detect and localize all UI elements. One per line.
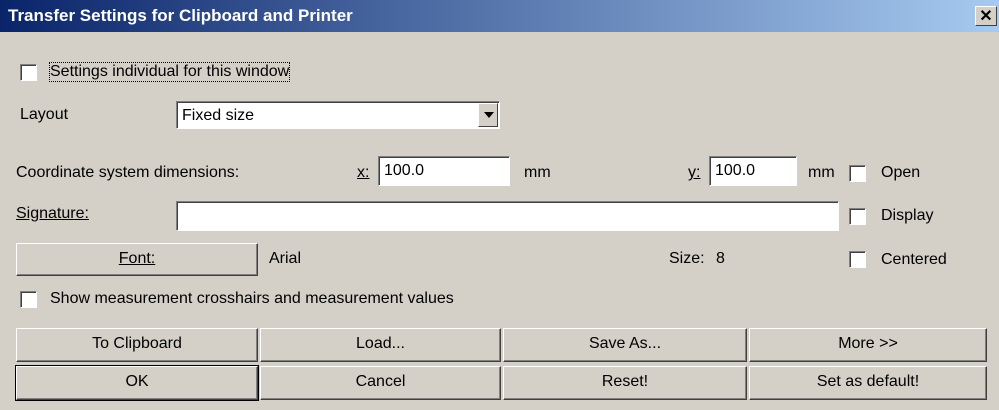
signature-input[interactable] [176, 201, 839, 231]
crosshairs-label: Show measurement crosshairs and measurem… [50, 290, 454, 307]
crosshairs-checkbox[interactable] [20, 291, 37, 308]
cancel-button[interactable]: Cancel [260, 366, 501, 400]
display-label: Display [881, 207, 934, 224]
open-label: Open [881, 164, 921, 181]
x-input[interactable]: 100.0 [378, 156, 510, 186]
individual-label: Settings individual for this window [48, 62, 291, 82]
load-button[interactable]: Load... [260, 328, 501, 362]
x-unit: mm [524, 164, 551, 181]
display-checkbox[interactable] [849, 208, 866, 225]
font-button[interactable]: Font: [16, 243, 258, 276]
signature-label: Signature: [16, 205, 89, 222]
layout-select-value: Fixed size [182, 107, 255, 124]
y-input[interactable]: 100.0 [709, 156, 797, 186]
title-bar: Transfer Settings for Clipboard and Prin… [0, 0, 999, 32]
centered-label: Centered [881, 251, 947, 268]
font-name: Arial [269, 250, 302, 267]
set-default-button[interactable]: Set as default! [749, 366, 987, 400]
y-label: y: [688, 164, 701, 181]
font-size-label: Size: [669, 250, 705, 267]
close-icon[interactable]: ✕ [975, 6, 997, 26]
ok-button[interactable]: OK [15, 365, 259, 401]
to-clipboard-button[interactable]: To Clipboard [16, 328, 258, 362]
centered-checkbox[interactable] [849, 251, 866, 268]
x-label: x: [357, 164, 370, 181]
chevron-down-icon[interactable] [478, 103, 498, 127]
layout-label: Layout [20, 106, 69, 123]
save-as-button[interactable]: Save As... [503, 328, 747, 362]
more-button[interactable]: More >> [749, 328, 987, 362]
coords-label: Coordinate system dimensions: [16, 164, 240, 181]
open-checkbox[interactable] [849, 165, 866, 182]
individual-checkbox[interactable] [20, 64, 37, 81]
font-button-label: Font: [118, 250, 156, 267]
font-size-value: 8 [716, 250, 725, 267]
window-title: Transfer Settings for Clipboard and Prin… [8, 6, 353, 25]
y-unit: mm [808, 164, 835, 181]
layout-select[interactable]: Fixed size [176, 101, 500, 129]
reset-button[interactable]: Reset! [503, 366, 747, 400]
